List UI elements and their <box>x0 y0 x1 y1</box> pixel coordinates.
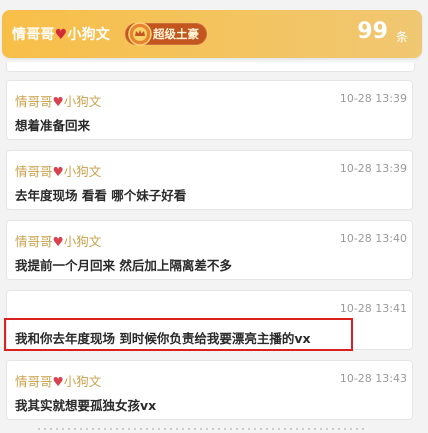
heart-icon: ♥ <box>52 94 64 109</box>
sender-name[interactable]: 情哥哥♥小狗文 <box>15 161 101 180</box>
list-item[interactable]: 情哥哥♥小狗文 10-28 13:40 我提前一个月回来 然后加上隔离差不多 <box>6 220 413 280</box>
message-time: 10-28 13:39 <box>339 92 407 105</box>
sender-name-suffix: 小狗文 <box>63 234 102 249</box>
list-item[interactable]: 情哥哥♥小狗文 10-28 13:43 我其实就想要孤独女孩vx <box>6 360 413 420</box>
badge-label: 超级土豪 <box>153 27 199 41</box>
sender-header-bar: 情哥哥♥小狗文 超级土豪 99 条 <box>2 10 422 58</box>
message-time: 10-28 13:40 <box>339 232 407 245</box>
heart-icon: ♥ <box>52 164 64 179</box>
list-item[interactable]: 情哥哥♥小狗文 10-28 13:39 去年度现场 看看 哪个妹子好看 <box>6 150 413 210</box>
chat-page: 情哥哥♥小狗文 超级土豪 99 条 情哥哥♥小狗文 10-28 13:39 想着… <box>0 0 428 433</box>
header-sender-name[interactable]: 情哥哥♥小狗文 <box>12 24 110 44</box>
message-text: 想着准备回来 <box>15 118 91 133</box>
sender-name-prefix: 情哥哥 <box>15 374 53 389</box>
message-text: 我提前一个月回来 然后加上隔离差不多 <box>15 258 232 273</box>
sender-name-suffix: 小狗文 <box>63 164 102 179</box>
sender-name-prefix: 情哥哥 <box>15 234 53 249</box>
heart-icon: ♥ <box>52 374 64 389</box>
message-count-unit: 条 <box>395 30 408 44</box>
message-time: 10-28 13:43 <box>339 372 407 385</box>
sender-name[interactable]: 情哥哥♥小狗文 <box>15 91 101 110</box>
vip-badge: 超级土豪 <box>125 22 207 46</box>
sender-name[interactable]: 情哥哥♥小狗文 <box>15 231 101 250</box>
heart-icon: ♥ <box>54 27 68 43</box>
heart-icon: ♥ <box>52 234 64 249</box>
message-time: 10-28 13:41 <box>339 302 407 315</box>
header-name-prefix: 情哥哥 <box>12 27 55 43</box>
sender-name-prefix: 情哥哥 <box>15 94 53 109</box>
list-item-partial <box>6 62 415 72</box>
sender-name[interactable]: 情哥哥♥小狗文 <box>15 371 101 390</box>
highlight-annotation-box <box>4 318 353 351</box>
header-name-suffix: 小狗文 <box>67 27 110 43</box>
message-text: 我其实就想要孤独女孩vx <box>15 398 157 413</box>
sender-name-prefix: 情哥哥 <box>15 164 53 179</box>
message-count: 99 <box>357 19 388 44</box>
scroll-indicator <box>36 427 366 431</box>
crown-badge-icon <box>128 22 152 46</box>
message-text: 去年度现场 看看 哪个妹子好看 <box>15 188 187 203</box>
sender-name-suffix: 小狗文 <box>63 94 102 109</box>
message-time: 10-28 13:39 <box>339 162 407 175</box>
sender-name-suffix: 小狗文 <box>63 374 102 389</box>
list-item[interactable]: 情哥哥♥小狗文 10-28 13:39 想着准备回来 <box>6 80 413 140</box>
